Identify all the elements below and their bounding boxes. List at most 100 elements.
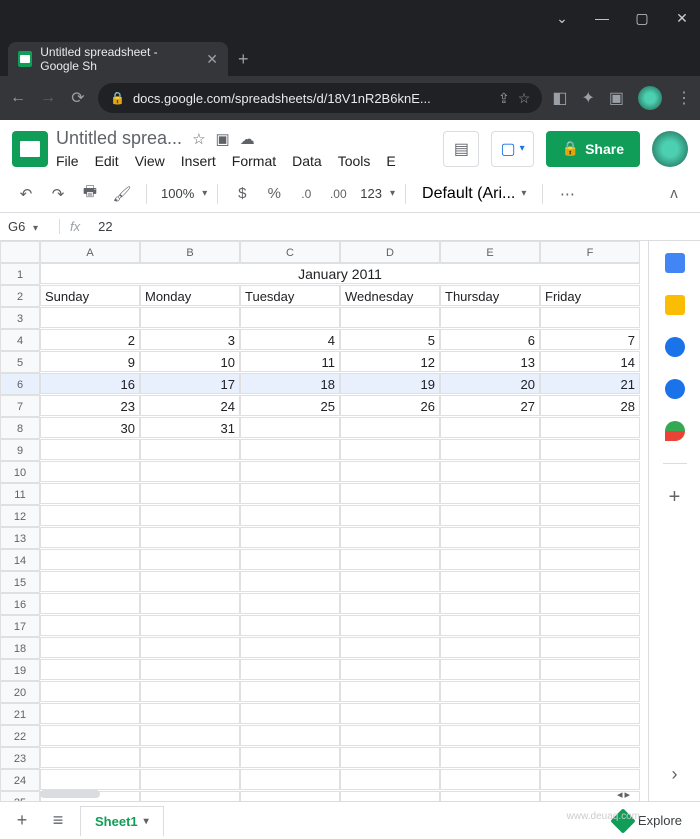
name-box[interactable]: G6 ▾ xyxy=(0,219,60,234)
row-header-10[interactable]: 10 xyxy=(0,461,40,483)
cell[interactable] xyxy=(240,549,340,570)
column-header-E[interactable]: E xyxy=(440,241,540,263)
cell[interactable]: 25 xyxy=(240,395,340,416)
font-select[interactable]: Default (Ari... ▾ xyxy=(416,185,532,203)
row-header-25[interactable]: 25 xyxy=(0,791,40,801)
row-header-22[interactable]: 22 xyxy=(0,725,40,747)
cell[interactable] xyxy=(540,725,640,746)
cell[interactable] xyxy=(540,571,640,592)
cell[interactable] xyxy=(540,747,640,768)
cell[interactable] xyxy=(140,571,240,592)
move-document-icon[interactable]: ▣ xyxy=(216,130,230,148)
cell[interactable] xyxy=(540,549,640,570)
menu-extensions[interactable]: E xyxy=(386,153,395,169)
cell[interactable]: 2 xyxy=(40,329,140,350)
cell[interactable] xyxy=(440,681,540,702)
cell[interactable] xyxy=(40,725,140,746)
account-avatar[interactable] xyxy=(652,131,688,167)
cell[interactable] xyxy=(540,417,640,438)
cell[interactable] xyxy=(40,505,140,526)
cell[interactable] xyxy=(340,703,440,724)
cell[interactable] xyxy=(540,659,640,680)
cell[interactable]: 9 xyxy=(40,351,140,372)
cell[interactable] xyxy=(40,549,140,570)
cell[interactable] xyxy=(540,703,640,724)
cell[interactable]: 14 xyxy=(540,351,640,372)
document-title[interactable]: Untitled sprea... xyxy=(56,128,182,149)
cell[interactable] xyxy=(440,505,540,526)
browser-tab[interactable]: Untitled spreadsheet - Google Sh ✕ xyxy=(8,42,228,76)
row-header-2[interactable]: 2 xyxy=(0,285,40,307)
comment-history-button[interactable]: ▤ xyxy=(443,131,479,167)
formula-input[interactable]: 22 xyxy=(90,219,700,234)
row-header-6[interactable]: 6 xyxy=(0,373,40,395)
cell[interactable] xyxy=(540,615,640,636)
cell[interactable] xyxy=(140,703,240,724)
cell[interactable] xyxy=(340,549,440,570)
cell[interactable]: 3 xyxy=(140,329,240,350)
cell[interactable] xyxy=(440,615,540,636)
cell[interactable] xyxy=(240,461,340,482)
cell[interactable] xyxy=(240,593,340,614)
cell[interactable] xyxy=(440,439,540,460)
add-sheet-button[interactable]: + xyxy=(8,807,36,835)
cell[interactable]: 12 xyxy=(340,351,440,372)
cell[interactable] xyxy=(440,571,540,592)
extensions-puzzle-icon[interactable]: ✦ xyxy=(581,88,594,108)
cell[interactable] xyxy=(40,637,140,658)
cell[interactable] xyxy=(140,307,240,328)
cell[interactable] xyxy=(40,461,140,482)
keep-app-icon[interactable] xyxy=(665,295,685,315)
cell-title[interactable]: January 2011 xyxy=(40,263,640,284)
cell[interactable] xyxy=(40,527,140,548)
row-header-8[interactable]: 8 xyxy=(0,417,40,439)
browser-profile-avatar[interactable] xyxy=(638,86,662,110)
cell[interactable] xyxy=(240,615,340,636)
window-dropdown-icon[interactable]: ⌄ xyxy=(552,10,572,27)
sheet-tab-sheet1[interactable]: Sheet1 ▾ xyxy=(80,806,164,836)
paint-format-button[interactable]: 🖌 xyxy=(108,180,136,208)
scrollbar-thumb[interactable] xyxy=(40,790,100,798)
row-header-20[interactable]: 20 xyxy=(0,681,40,703)
cell[interactable] xyxy=(240,681,340,702)
cell[interactable] xyxy=(540,505,640,526)
cell[interactable]: 21 xyxy=(540,373,640,394)
cell[interactable] xyxy=(440,747,540,768)
cell[interactable] xyxy=(440,659,540,680)
cell-day-header[interactable]: Friday xyxy=(540,285,640,306)
row-header-3[interactable]: 3 xyxy=(0,307,40,329)
calendar-app-icon[interactable] xyxy=(665,253,685,273)
cell[interactable] xyxy=(340,483,440,504)
chevron-down-icon[interactable]: ▾ xyxy=(144,816,149,827)
cell[interactable] xyxy=(340,505,440,526)
row-header-17[interactable]: 17 xyxy=(0,615,40,637)
cell[interactable] xyxy=(40,593,140,614)
share-url-icon[interactable]: ⇪ xyxy=(498,90,510,107)
row-header-24[interactable]: 24 xyxy=(0,769,40,791)
cell[interactable] xyxy=(140,593,240,614)
cell[interactable] xyxy=(540,483,640,504)
row-header-19[interactable]: 19 xyxy=(0,659,40,681)
tasks-app-icon[interactable] xyxy=(665,337,685,357)
star-document-icon[interactable]: ☆ xyxy=(192,130,205,148)
cell[interactable] xyxy=(540,681,640,702)
cell[interactable] xyxy=(140,461,240,482)
cell[interactable]: 31 xyxy=(140,417,240,438)
cell[interactable]: 24 xyxy=(140,395,240,416)
menu-insert[interactable]: Insert xyxy=(181,153,216,169)
cell[interactable] xyxy=(140,527,240,548)
cell[interactable]: 16 xyxy=(40,373,140,394)
cell[interactable]: 28 xyxy=(540,395,640,416)
cell[interactable] xyxy=(340,747,440,768)
cell[interactable]: 7 xyxy=(540,329,640,350)
column-header-F[interactable]: F xyxy=(540,241,640,263)
menu-view[interactable]: View xyxy=(135,153,165,169)
reload-button[interactable]: ⟳ xyxy=(68,88,88,108)
cell[interactable] xyxy=(440,483,540,504)
row-header-9[interactable]: 9 xyxy=(0,439,40,461)
back-button[interactable]: ← xyxy=(8,89,28,107)
cell[interactable] xyxy=(340,659,440,680)
cell[interactable] xyxy=(140,439,240,460)
cell[interactable]: 5 xyxy=(340,329,440,350)
number-format-button[interactable]: 123 xyxy=(356,186,386,201)
